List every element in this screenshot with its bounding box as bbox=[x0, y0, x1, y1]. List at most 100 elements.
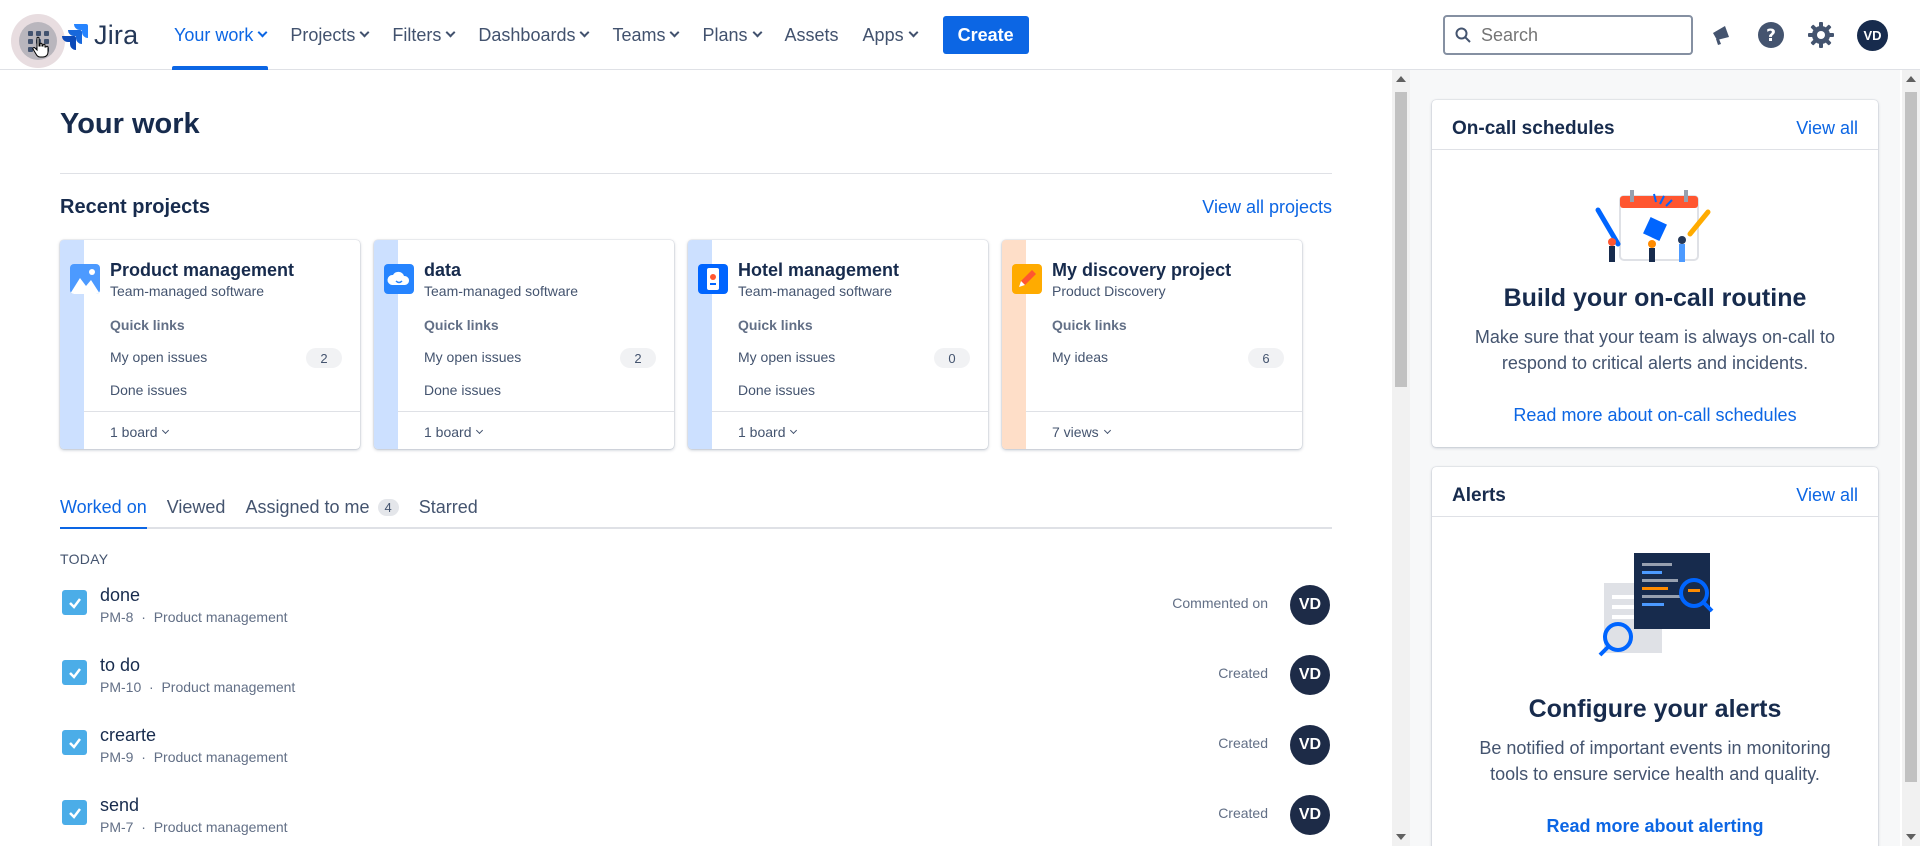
tab-worked-on[interactable]: Worked on bbox=[60, 497, 147, 529]
views-label: 7 views bbox=[1052, 424, 1099, 440]
nav-projects[interactable]: Projects bbox=[278, 0, 380, 70]
jira-logo[interactable]: Jira bbox=[62, 20, 138, 51]
search-box[interactable] bbox=[1443, 15, 1693, 55]
project-card[interactable]: data Team-managed software Quick links M… bbox=[374, 240, 674, 449]
notifications-button[interactable] bbox=[1706, 20, 1736, 50]
nav-plans[interactable]: Plans bbox=[690, 0, 772, 70]
issue-action: Commented on bbox=[1172, 595, 1268, 611]
done-issues-link[interactable]: Done issues bbox=[424, 382, 501, 398]
issue-meta: PM-9 · Product management bbox=[100, 749, 288, 765]
project-card[interactable]: My discovery project Product Discovery Q… bbox=[1002, 240, 1302, 449]
tab-viewed[interactable]: Viewed bbox=[167, 497, 226, 527]
search-icon bbox=[1455, 27, 1471, 43]
my-ideas-link[interactable]: My ideas bbox=[1052, 349, 1108, 365]
nav-label: Filters bbox=[392, 24, 442, 45]
nav-filters[interactable]: Filters bbox=[380, 0, 466, 70]
project-name[interactable]: Product management bbox=[110, 260, 294, 281]
my-open-issues-link[interactable]: My open issues bbox=[110, 349, 207, 365]
scroll-down-arrow-icon[interactable] bbox=[1396, 834, 1406, 840]
scroll-down-arrow-icon[interactable] bbox=[1906, 834, 1916, 840]
task-checkbox-icon bbox=[62, 590, 87, 615]
avatar: VD bbox=[1290, 795, 1330, 835]
project-name[interactable]: My discovery project bbox=[1052, 260, 1231, 281]
chevron-down-icon bbox=[1103, 426, 1111, 435]
nav-label: Dashboards bbox=[478, 24, 576, 45]
issue-key: PM-10 bbox=[100, 679, 142, 695]
main-content: Your work Recent projects View all proje… bbox=[60, 70, 1332, 846]
project-card[interactable]: Product management Team-managed software… bbox=[60, 240, 360, 449]
read-more-alerting-link[interactable]: Read more about alerting bbox=[1432, 816, 1878, 837]
issue-key: PM-7 bbox=[100, 819, 134, 835]
issue-row[interactable]: send PM-7 · Product management Created V… bbox=[60, 795, 1332, 846]
scrollbar-thumb[interactable] bbox=[1905, 92, 1917, 782]
views-dropdown[interactable]: 7 views bbox=[1052, 424, 1111, 440]
quick-links-label: Quick links bbox=[110, 317, 185, 333]
issue-title[interactable]: to do bbox=[100, 655, 140, 676]
view-all-projects-link[interactable]: View all projects bbox=[1202, 197, 1332, 218]
view-all-link[interactable]: View all bbox=[1796, 118, 1858, 139]
boards-dropdown[interactable]: 1 board bbox=[110, 424, 170, 440]
nav-your-work[interactable]: Your work bbox=[162, 0, 278, 70]
issue-meta: PM-8 · Product management bbox=[100, 609, 288, 625]
nav-apps[interactable]: Apps bbox=[851, 0, 929, 70]
panel-title: Alerts bbox=[1452, 485, 1506, 506]
project-type: Team-managed software bbox=[110, 283, 265, 299]
issue-title[interactable]: crearte bbox=[100, 725, 156, 746]
nav-label: Projects bbox=[290, 24, 356, 45]
issue-title[interactable]: send bbox=[100, 795, 139, 816]
issue-meta: PM-10 · Product management bbox=[100, 679, 296, 695]
nav-dashboards[interactable]: Dashboards bbox=[466, 0, 600, 70]
boards-dropdown[interactable]: 1 board bbox=[738, 424, 798, 440]
tab-assigned-to-me[interactable]: Assigned to me 4 bbox=[245, 497, 399, 527]
issue-row[interactable]: done PM-8 · Product management Commented… bbox=[60, 585, 1332, 645]
chevron-down-icon bbox=[752, 27, 762, 38]
nav-assets[interactable]: Assets bbox=[773, 0, 851, 70]
nav-teams[interactable]: Teams bbox=[600, 0, 690, 70]
task-checkbox-icon bbox=[62, 730, 87, 755]
nav-label: Plans bbox=[702, 24, 748, 45]
issue-row[interactable]: crearte PM-9 · Product management Create… bbox=[60, 725, 1332, 785]
panel-description: Make sure that your team is always on-ca… bbox=[1474, 327, 1836, 373]
issue-key: PM-8 bbox=[100, 609, 134, 625]
create-button[interactable]: Create bbox=[942, 16, 1029, 54]
sidebar-scrollbar[interactable] bbox=[1902, 70, 1920, 846]
settings-button[interactable] bbox=[1806, 20, 1836, 50]
scroll-up-arrow-icon[interactable] bbox=[1396, 76, 1406, 82]
nav-label: Apps bbox=[862, 24, 904, 45]
chevron-down-icon bbox=[162, 426, 170, 435]
tab-starred[interactable]: Starred bbox=[419, 497, 478, 527]
my-open-issues-link[interactable]: My open issues bbox=[738, 349, 835, 365]
main-scrollbar[interactable] bbox=[1392, 70, 1410, 846]
view-all-link[interactable]: View all bbox=[1796, 485, 1858, 506]
scrollbar-thumb[interactable] bbox=[1395, 92, 1407, 387]
boards-label: 1 board bbox=[110, 424, 158, 440]
project-card[interactable]: Hotel management Team-managed software Q… bbox=[688, 240, 988, 449]
project-name[interactable]: data bbox=[424, 260, 461, 281]
panel-heading: Build your on-call routine bbox=[1503, 284, 1807, 312]
read-more-on-call-link[interactable]: Read more about on-call schedules bbox=[1432, 405, 1878, 426]
search-input[interactable] bbox=[1481, 24, 1671, 46]
done-issues-link[interactable]: Done issues bbox=[738, 382, 815, 398]
issue-row[interactable]: to do PM-10 · Product management Created… bbox=[60, 655, 1332, 715]
card-divider bbox=[398, 411, 674, 412]
app-name: Jira bbox=[94, 20, 139, 50]
project-name[interactable]: Hotel management bbox=[738, 260, 899, 281]
issue-project: Product management bbox=[161, 679, 296, 695]
boards-dropdown[interactable]: 1 board bbox=[424, 424, 484, 440]
my-open-issues-link[interactable]: My open issues bbox=[424, 349, 521, 365]
user-avatar[interactable]: VD bbox=[1857, 20, 1888, 51]
count-badge: 4 bbox=[377, 499, 399, 516]
done-issues-link[interactable]: Done issues bbox=[110, 382, 187, 398]
issue-project: Product management bbox=[153, 819, 288, 835]
nav-label: Teams bbox=[612, 24, 666, 45]
panel-title: On-call schedules bbox=[1452, 118, 1615, 139]
card-divider bbox=[1026, 411, 1302, 412]
scroll-up-arrow-icon[interactable] bbox=[1906, 76, 1916, 82]
chevron-down-icon bbox=[580, 27, 590, 38]
chevron-down-icon bbox=[476, 426, 484, 435]
help-button[interactable]: ? bbox=[1756, 20, 1786, 50]
chevron-down-icon bbox=[257, 27, 268, 38]
quick-links-label: Quick links bbox=[1052, 317, 1127, 333]
chevron-down-icon bbox=[359, 27, 370, 38]
issue-title[interactable]: done bbox=[100, 585, 140, 606]
